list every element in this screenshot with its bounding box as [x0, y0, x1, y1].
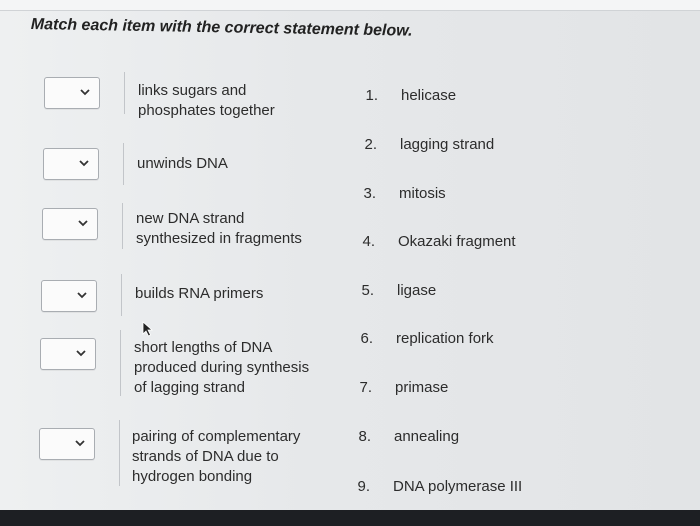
statement-6: pairing of complementary strands of DNA … [132, 427, 332, 487]
option-term: helicase [401, 87, 457, 104]
statement-line: of lagging strand [134, 379, 245, 396]
statement-line: short lengths of DNA [134, 339, 273, 356]
statement-line: builds RNA primers [135, 285, 264, 302]
statement-line: links sugars and [138, 82, 247, 99]
statement-line: new DNA strand [136, 210, 245, 227]
option-term: mitosis [399, 185, 446, 202]
row-divider [123, 143, 124, 185]
option-term: replication fork [396, 330, 494, 347]
row-divider [119, 420, 120, 486]
chevron-down-icon [75, 347, 87, 359]
statement-2: unwinds DNA [137, 154, 337, 174]
statement-line: produced during synthesis [134, 359, 310, 376]
statement-line: strands of DNA due to [132, 448, 279, 465]
statement-1: links sugars and phosphates together [138, 81, 338, 121]
row-divider [120, 330, 121, 396]
chevron-down-icon [79, 86, 91, 98]
chevron-down-icon [77, 217, 89, 229]
instruction-text: Match each item with the correct stateme… [30, 16, 413, 40]
option-number: 2. [364, 136, 377, 153]
match-select-6[interactable] [39, 428, 95, 460]
match-select-4[interactable] [41, 280, 97, 312]
match-select-2[interactable] [43, 148, 99, 180]
statement-4: builds RNA primers [135, 284, 335, 304]
chevron-down-icon [78, 157, 90, 169]
option-number: 4. [362, 233, 375, 250]
option-number: 3. [363, 185, 376, 202]
option-term: lagging strand [400, 136, 495, 153]
option-term: DNA polymerase III [393, 478, 523, 495]
option-number: 9. [357, 478, 370, 495]
statement-line: phosphates together [138, 102, 275, 119]
statement-line: synthesized in fragments [136, 230, 302, 247]
chevron-down-icon [76, 289, 88, 301]
statement-3: new DNA strand synthesized in fragments [136, 209, 336, 249]
statement-line: pairing of complementary [132, 428, 301, 445]
option-term: primase [395, 379, 449, 396]
statement-5: short lengths of DNA produced during syn… [134, 338, 334, 398]
top-divider [0, 0, 700, 11]
screen-bezel [0, 510, 700, 526]
option-term: ligase [397, 282, 437, 299]
row-divider [122, 203, 123, 249]
option-term: Okazaki fragment [398, 233, 516, 250]
quiz-page: Match each item with the correct stateme… [0, 0, 700, 510]
option-number: 6. [360, 330, 373, 347]
statement-line: unwinds DNA [137, 155, 228, 172]
mouse-pointer-icon [141, 321, 155, 337]
match-select-1[interactable] [44, 77, 100, 109]
option-term: annealing [394, 428, 460, 445]
option-number: 1. [365, 87, 378, 104]
option-number: 7. [359, 379, 372, 396]
row-divider [124, 72, 125, 114]
row-divider [121, 274, 122, 316]
match-select-3[interactable] [42, 208, 98, 240]
option-number: 5. [361, 282, 374, 299]
chevron-down-icon [74, 437, 86, 449]
match-select-5[interactable] [40, 338, 96, 370]
option-number: 8. [358, 428, 371, 445]
statement-line: hydrogen bonding [132, 468, 253, 485]
